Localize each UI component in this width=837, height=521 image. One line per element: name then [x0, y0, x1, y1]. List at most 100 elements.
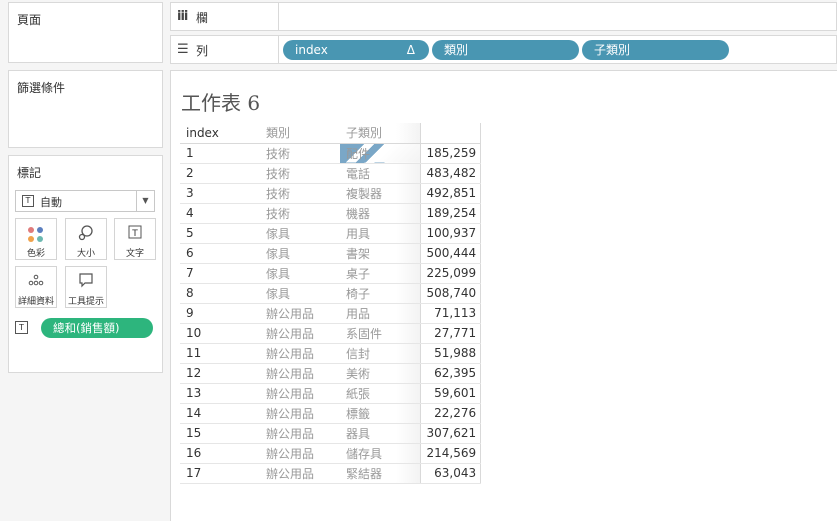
cell-subcategory[interactable]: 複製器 [340, 183, 420, 204]
cell-index[interactable]: 3 [180, 183, 260, 204]
cell-subcategory[interactable]: 配件 [340, 143, 420, 164]
cell-index[interactable]: 5 [180, 223, 260, 244]
table-row[interactable]: 6 傢具 書架 500,444 [180, 243, 482, 264]
cell-category[interactable]: 傢具 [260, 223, 340, 244]
cell-category[interactable]: 辦公用品 [260, 463, 340, 484]
cell-sales-value[interactable]: 483,482 [419, 163, 482, 184]
cell-subcategory[interactable]: 緊結器 [340, 463, 420, 484]
cell-sales-value[interactable]: 307,621 [419, 423, 482, 444]
cell-index[interactable]: 2 [180, 163, 260, 184]
cell-category[interactable]: 辦公用品 [260, 403, 340, 424]
cell-index[interactable]: 17 [180, 463, 260, 484]
cell-category[interactable]: 技術 [260, 143, 340, 164]
cell-category[interactable]: 技術 [260, 183, 340, 204]
cell-sales-value[interactable]: 71,113 [419, 303, 482, 324]
cell-sales-value[interactable]: 22,276 [419, 403, 482, 424]
cell-subcategory[interactable]: 系固件 [340, 323, 420, 344]
cell-sales-value[interactable]: 51,988 [419, 343, 482, 364]
cell-category[interactable]: 辦公用品 [260, 343, 340, 364]
table-row[interactable]: 2 技術 電話 483,482 [180, 163, 482, 184]
cell-index[interactable]: 15 [180, 423, 260, 444]
table-row[interactable]: 10 辦公用品 系固件 27,771 [180, 323, 482, 344]
tooltip-button[interactable]: 工具提示 [65, 266, 107, 308]
table-row[interactable]: 11 辦公用品 信封 51,988 [180, 343, 482, 364]
cell-sales-value[interactable]: 27,771 [419, 323, 482, 344]
table-row[interactable]: 9 辦公用品 用品 71,113 [180, 303, 482, 324]
header-category[interactable]: 類別 [260, 123, 340, 144]
chevron-down-icon[interactable]: ▼ [136, 191, 154, 211]
cell-category[interactable]: 辦公用品 [260, 443, 340, 464]
cell-subcategory[interactable]: 書架 [340, 243, 420, 264]
cell-sales-value[interactable]: 100,937 [419, 223, 482, 244]
cell-sales-value[interactable]: 185,259 [419, 143, 482, 164]
cell-subcategory[interactable]: 桌子 [340, 263, 420, 284]
header-index[interactable]: index [180, 123, 260, 144]
columns-shelf[interactable]: iii 欄 [170, 2, 837, 31]
size-button[interactable]: 大小 [65, 218, 107, 260]
cell-category[interactable]: 辦公用品 [260, 383, 340, 404]
text-button[interactable]: T 文字 [114, 218, 156, 260]
cell-index[interactable]: 13 [180, 383, 260, 404]
text-mark-icon[interactable]: T [15, 321, 28, 334]
color-button[interactable]: 色彩 [15, 218, 57, 260]
rows-shelf[interactable]: ☰ 列 index Δ 類別 子類別 [170, 35, 837, 64]
table-row[interactable]: 1 技術 配件 185,259 [180, 143, 482, 164]
cell-index[interactable]: 6 [180, 243, 260, 264]
header-subcategory[interactable]: 子類別 [340, 123, 420, 144]
cell-subcategory[interactable]: 標籤 [340, 403, 420, 424]
table-row[interactable]: 14 辦公用品 標籤 22,276 [180, 403, 482, 424]
table-row[interactable]: 4 技術 機器 189,254 [180, 203, 482, 224]
cell-index[interactable]: 11 [180, 343, 260, 364]
cell-index[interactable]: 10 [180, 323, 260, 344]
cell-subcategory[interactable]: 紙張 [340, 383, 420, 404]
filters-card[interactable]: 篩選條件 [8, 70, 163, 148]
cell-subcategory[interactable]: 機器 [340, 203, 420, 224]
table-row[interactable]: 16 辦公用品 儲存具 214,569 [180, 443, 482, 464]
cell-sales-value[interactable]: 62,395 [419, 363, 482, 384]
cell-subcategory[interactable]: 用具 [340, 223, 420, 244]
table-row[interactable]: 5 傢具 用具 100,937 [180, 223, 482, 244]
detail-button[interactable]: 詳細資料 [15, 266, 57, 308]
cell-sales-value[interactable]: 59,601 [419, 383, 482, 404]
table-row[interactable]: 15 辦公用品 器具 307,621 [180, 423, 482, 444]
cell-index[interactable]: 16 [180, 443, 260, 464]
cell-index[interactable]: 7 [180, 263, 260, 284]
mark-type-dropdown[interactable]: T 自動 ▼ [15, 190, 155, 212]
table-row[interactable]: 12 辦公用品 美術 62,395 [180, 363, 482, 384]
subcategory-pill[interactable]: 子類別 [582, 40, 729, 60]
cell-sales-value[interactable]: 214,569 [419, 443, 482, 464]
cell-subcategory[interactable]: 椅子 [340, 283, 420, 304]
cell-category[interactable]: 辦公用品 [260, 363, 340, 384]
cell-sales-value[interactable]: 508,740 [419, 283, 482, 304]
cell-category[interactable]: 技術 [260, 163, 340, 184]
table-row[interactable]: 7 傢具 桌子 225,099 [180, 263, 482, 284]
cell-subcategory[interactable]: 信封 [340, 343, 420, 364]
pages-card[interactable]: 頁面 [8, 2, 163, 63]
table-row[interactable]: 17 辦公用品 緊結器 63,043 [180, 463, 482, 484]
category-pill[interactable]: 類別 [432, 40, 579, 60]
cell-sales-value[interactable]: 225,099 [419, 263, 482, 284]
cell-index[interactable]: 12 [180, 363, 260, 384]
index-pill[interactable]: index Δ [283, 40, 429, 60]
cell-sales-value[interactable]: 500,444 [419, 243, 482, 264]
cell-category[interactable]: 技術 [260, 203, 340, 224]
table-row[interactable]: 13 辦公用品 紙張 59,601 [180, 383, 482, 404]
cell-category[interactable]: 辦公用品 [260, 323, 340, 344]
sum-sales-pill[interactable]: 總和(銷售額) [41, 318, 153, 338]
cell-category[interactable]: 傢具 [260, 263, 340, 284]
cell-subcategory[interactable]: 電話 [340, 163, 420, 184]
cell-index[interactable]: 14 [180, 403, 260, 424]
cell-index[interactable]: 9 [180, 303, 260, 324]
table-row[interactable]: 8 傢具 椅子 508,740 [180, 283, 482, 304]
cell-subcategory[interactable]: 用品 [340, 303, 420, 324]
cell-category[interactable]: 辦公用品 [260, 423, 340, 444]
cell-category[interactable]: 傢具 [260, 283, 340, 304]
cell-index[interactable]: 8 [180, 283, 260, 304]
cell-category[interactable]: 辦公用品 [260, 303, 340, 324]
sheet-title[interactable]: 工作表 6 [181, 87, 260, 116]
table-row[interactable]: 3 技術 複製器 492,851 [180, 183, 482, 204]
cell-subcategory[interactable]: 美術 [340, 363, 420, 384]
cell-subcategory[interactable]: 器具 [340, 423, 420, 444]
cell-category[interactable]: 傢具 [260, 243, 340, 264]
cell-subcategory[interactable]: 儲存具 [340, 443, 420, 464]
